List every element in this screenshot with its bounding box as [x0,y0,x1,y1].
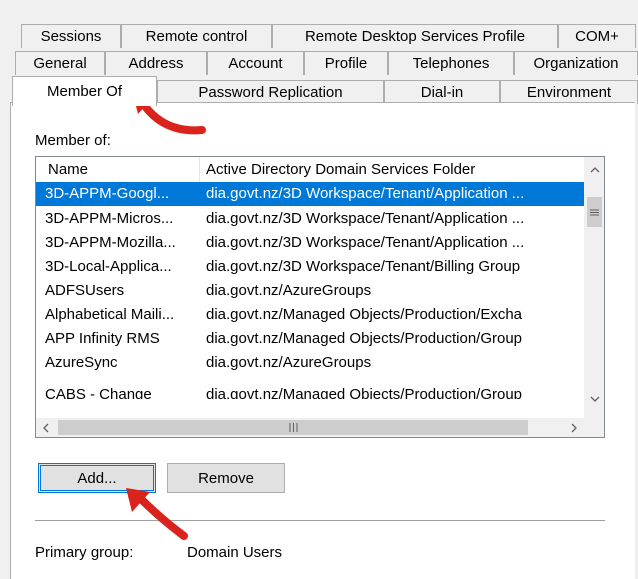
table-row[interactable]: Alphabetical Maili... dia.govt.nz/Manage… [36,303,585,327]
scroll-left-icon[interactable] [36,418,55,437]
row-folder-cell: dia.govt.nz/3D Workspace/Tenant/Billing … [206,258,521,275]
member-of-list[interactable]: Name Active Directory Domain Services Fo… [35,156,605,438]
tab-sessions[interactable]: Sessions [21,24,121,48]
tab-environment[interactable]: Environment [500,80,638,104]
scroll-up-icon[interactable] [585,160,604,179]
row-folder-cell: dia.govt.nz/3D Workspace/Tenant/Applicat… [206,210,525,227]
tab-profile[interactable]: Profile [304,51,388,75]
tab-remote-control[interactable]: Remote control [121,24,272,48]
list-header: Name Active Directory Domain Services Fo… [36,157,585,183]
row-folder-cell: dia.govt.nz/Managed Objects/Production/G… [206,330,523,347]
tab-com-plus[interactable]: COM+ [558,24,636,48]
tab-organization[interactable]: Organization [514,51,638,75]
tab-dial-in[interactable]: Dial-in [384,80,500,104]
tab-general[interactable]: General [15,51,105,75]
member-of-label: Member of: [35,132,111,149]
table-row[interactable]: 3D-APPM-Micros... dia.govt.nz/3D Workspa… [36,207,585,231]
red-arrow-annotation-add [126,488,188,540]
vertical-scrollbar[interactable] [584,157,604,418]
table-row[interactable]: ADFSUsers dia.govt.nz/AzureGroups [36,279,585,303]
table-row[interactable]: 3D-APPM-Mozilla... dia.govt.nz/3D Worksp… [36,231,585,255]
row-folder-cell: dia.govt.nz/3D Workspace/Tenant/Applicat… [206,234,525,251]
row-name-cell: 3D-Local-Applica... [45,258,172,275]
column-header-name[interactable]: Name [48,157,198,182]
tab-member-of[interactable]: Member Of [12,76,157,106]
scroll-thumb-vertical[interactable] [587,197,602,227]
scroll-thumb-horizontal[interactable] [58,420,528,435]
primary-group-value: Domain Users [187,544,283,561]
tab-remote-desktop-services-profile[interactable]: Remote Desktop Services Profile [272,24,558,48]
row-name-cell: ADFSUsers [45,282,125,299]
row-name-cell: 3D-APPM-Micros... [45,210,174,227]
scroll-down-icon[interactable] [585,389,604,408]
tab-telephones[interactable]: Telephones [388,51,514,75]
row-name-cell: 3D-APPM-Mozilla... [45,234,176,251]
table-row[interactable]: APP Infinity RMS dia.govt.nz/Managed Obj… [36,327,585,351]
tab-account[interactable]: Account [207,51,304,75]
table-row[interactable]: 3D-APPM-Googl... dia.govt.nz/3D Workspac… [36,182,585,206]
scrollbar-corner [585,418,604,437]
row-folder-cell: dia.govt.nz/AzureGroups [206,354,372,371]
row-name-cell: APP Infinity RMS [45,330,160,347]
horizontal-scrollbar[interactable] [36,418,585,437]
table-row[interactable]: 3D-Local-Applica... dia.govt.nz/3D Works… [36,255,585,279]
row-folder-cell: dia.govt.nz/AzureGroups [206,282,372,299]
column-header-folder[interactable]: Active Directory Domain Services Folder [206,157,584,182]
row-folder-cell: dia.govt.nz/3D Workspace/Tenant/Applicat… [206,185,525,202]
row-folder-cell: dia.govt.nz/Managed Objects/Production/G… [206,386,523,399]
column-divider[interactable] [199,157,200,182]
tab-address[interactable]: Address [105,51,207,75]
row-name-cell: Alphabetical Maili... [45,306,175,323]
table-row[interactable]: AzureSync dia.govt.nz/AzureGroups [36,351,585,375]
row-name-cell: AzureSync [45,354,118,371]
primary-group-label: Primary group: [35,544,134,561]
row-folder-cell: dia.govt.nz/Managed Objects/Production/E… [206,306,523,323]
table-row[interactable]: CABS - Change dia.govt.nz/Managed Object… [36,375,585,399]
row-name-cell: CABS - Change [45,386,152,399]
row-name-cell: 3D-APPM-Googl... [45,185,170,202]
scroll-right-icon[interactable] [564,418,583,437]
